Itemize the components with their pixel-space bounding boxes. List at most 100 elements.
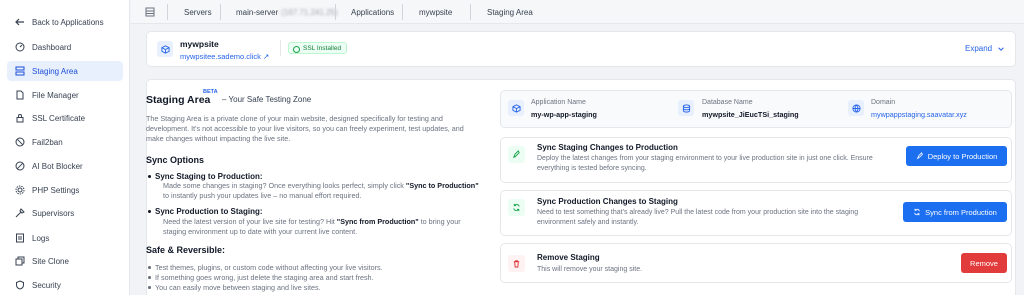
application-name-value: my-wp-app-staging — [531, 110, 597, 119]
dashboard-icon — [14, 42, 25, 53]
rocket-icon — [916, 152, 923, 160]
breadcrumb-app[interactable]: mywpsite — [419, 0, 452, 24]
lock-icon — [14, 113, 25, 124]
trash-icon — [508, 255, 525, 272]
strong-text: "Sync to Production" — [405, 181, 479, 190]
file-icon — [14, 90, 25, 101]
sidebar-item-label: Staging Area — [32, 66, 78, 76]
breadcrumb-applications[interactable]: Applications — [351, 0, 394, 24]
sidebar-item-fail2ban[interactable]: Fail2ban — [7, 132, 123, 152]
server-name: main-server — [236, 7, 279, 17]
page-subtitle: – Your Safe Testing Zone — [222, 95, 312, 104]
chevron-down-icon — [998, 46, 1004, 51]
remove-desc: This will remove your staging site. — [537, 266, 643, 273]
sync-desc: Need to test something that's already li… — [537, 209, 859, 216]
shield-icon — [14, 280, 25, 291]
staging-icon — [14, 66, 25, 77]
clone-icon — [14, 256, 25, 267]
button-label: Sync from Production — [925, 207, 997, 217]
domain-label: Domain — [871, 99, 896, 106]
ban-icon — [14, 137, 25, 148]
sync-to-prod-text: Made some changes in staging? Once every… — [163, 181, 479, 192]
breadcrumb-divider — [167, 4, 168, 20]
safe-bullet: Test themes, plugins, or custom code wit… — [148, 263, 383, 272]
sync-from-production-button[interactable]: Sync from Production — [903, 202, 1007, 222]
application-name-label: Application Name — [531, 99, 586, 106]
site-url-link[interactable]: mywpsitee.sademo.click ↗ — [180, 52, 269, 61]
back-label: Back to Applications — [32, 17, 104, 27]
sidebar-item-label: Security — [32, 280, 61, 290]
globe-icon — [848, 100, 864, 116]
sidebar-item-logs[interactable]: Logs — [7, 228, 123, 248]
sync-to-staging-title: Sync Production to Staging: — [148, 207, 263, 216]
sidebar: Back to Applications Dashboard Staging A… — [0, 0, 130, 295]
deploy-to-production-button[interactable]: Deploy to Production — [906, 146, 1007, 166]
sidebar-item-label: Site Clone — [32, 256, 69, 266]
site-card — [146, 31, 1016, 67]
sidebar-item-dashboard[interactable]: Dashboard — [7, 37, 123, 57]
tools-icon — [14, 208, 25, 219]
database-name-value: mywpsite_JiEucTSi_staging — [702, 110, 799, 119]
breadcrumb-divider — [470, 4, 471, 20]
sidebar-item-ssl-certificate[interactable]: SSL Certificate — [7, 108, 123, 128]
sidebar-item-staging-area[interactable]: Staging Area — [7, 61, 123, 81]
sidebar-item-label: AI Bot Blocker — [32, 161, 83, 171]
safe-bullet: You can easily move between staging and … — [148, 283, 321, 292]
sidebar-item-file-manager[interactable]: File Manager — [7, 85, 123, 105]
remove-title: Remove Staging — [537, 253, 600, 262]
sidebar-item-label: PHP Settings — [32, 185, 80, 195]
text-span: Need the latest version of your live sit… — [163, 217, 337, 226]
intro-line: The Staging Area is a private clone of y… — [146, 114, 443, 123]
sidebar-item-php-settings[interactable]: PHP Settings — [7, 180, 123, 200]
sidebar-item-supervisors[interactable]: Supervisors — [7, 203, 123, 223]
sync-desc: environment safely and instantly. — [537, 219, 639, 226]
sidebar-item-site-clone[interactable]: Site Clone — [7, 251, 123, 271]
beta-badge: BETA — [203, 89, 218, 95]
expand-label: Expand — [965, 44, 993, 53]
strong-text: "Sync from Production" — [336, 217, 419, 226]
sidebar-item-label: Logs — [32, 233, 50, 243]
sync-to-prod-text: to instantly push your updates live – no… — [163, 191, 362, 200]
site-url-text: mywpsitee.sademo.click — [180, 52, 261, 61]
remove-card — [500, 243, 1012, 283]
grid-icon[interactable] — [145, 7, 155, 17]
sidebar-item-ai-bot-blocker[interactable]: AI Bot Blocker — [7, 156, 123, 176]
sidebar-item-label: Fail2ban — [32, 137, 63, 147]
sync-to-prod-title: Sync Staging to Production: — [148, 172, 263, 181]
breadcrumb-divider — [220, 4, 221, 20]
database-name-label: Database Name — [702, 99, 753, 106]
sync-to-staging-text: staging environment up to date with your… — [163, 227, 358, 236]
sidebar-item-label: Dashboard — [32, 42, 72, 52]
logs-icon — [14, 233, 25, 244]
breadcrumb-servers[interactable]: Servers — [184, 0, 212, 24]
ssl-badge: SSL Installed — [288, 42, 348, 54]
breadcrumb-divider — [402, 4, 403, 20]
block-icon — [14, 161, 25, 172]
sidebar-item-label: Supervisors — [32, 208, 75, 218]
site-name: mywpsite — [180, 39, 219, 49]
sidebar-item-label: SSL Certificate — [32, 113, 86, 123]
application-cube-icon — [508, 100, 524, 116]
remove-button[interactable]: Remove — [961, 253, 1007, 273]
staging-info-card — [500, 90, 1012, 128]
sync-options-heading: Sync Options — [146, 155, 205, 165]
server-ip: (167.71.241.25) — [281, 7, 338, 17]
sidebar-item-security[interactable]: Security — [7, 275, 123, 295]
back-to-applications-link[interactable]: Back to Applications — [7, 12, 123, 32]
expand-button[interactable]: Expand — [965, 44, 1005, 53]
breadcrumb-server[interactable]: main-server (167.71.241.25) — [236, 0, 338, 24]
sync-icon — [914, 208, 920, 216]
divider — [280, 40, 281, 56]
text-span: to bring your — [418, 217, 461, 226]
arrow-left-icon — [14, 17, 25, 28]
sync-title: Sync Production Changes to Staging — [537, 197, 678, 206]
sidebar-item-label: File Manager — [32, 90, 79, 100]
page-title: Staging Area — [146, 94, 211, 106]
external-link-icon: ↗ — [262, 52, 270, 61]
intro-line: make changes without impacting the live … — [146, 134, 291, 143]
domain-link[interactable]: mywpappstaging.saavatar.xyz — [871, 110, 967, 119]
safe-heading: Safe & Reversible: — [146, 245, 226, 255]
sync-icon — [508, 199, 525, 216]
deploy-desc: everything is tested before syncing. — [537, 165, 647, 172]
rocket-icon — [508, 146, 525, 163]
